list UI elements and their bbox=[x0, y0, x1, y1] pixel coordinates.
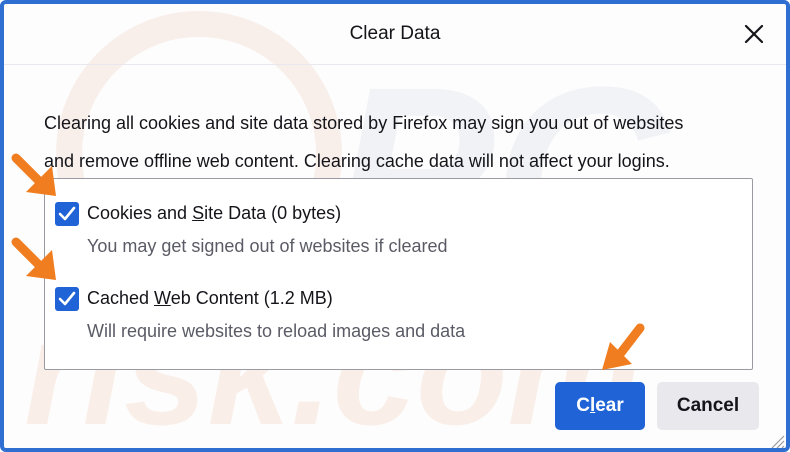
options-box: Cookies and Site Data (0 bytes) You may … bbox=[44, 178, 753, 370]
checkmark-icon bbox=[58, 291, 76, 306]
cookies-description: You may get signed out of websites if cl… bbox=[87, 236, 448, 256]
cache-label[interactable]: Cached Web Content (1.2 MB) bbox=[87, 288, 333, 309]
cache-description: Will require websites to reload images a… bbox=[87, 321, 466, 341]
close-button[interactable] bbox=[736, 16, 772, 52]
dialog-description: Clearing all cookies and site data store… bbox=[44, 104, 744, 180]
title-bar: Clear Data bbox=[4, 4, 786, 64]
cache-checkbox[interactable] bbox=[55, 287, 79, 311]
clear-data-dialog: PC risk.com Clear Data Clearing all cook… bbox=[0, 0, 790, 452]
cancel-button[interactable]: Cancel bbox=[657, 382, 759, 430]
cookies-label[interactable]: Cookies and Site Data (0 bytes) bbox=[87, 203, 341, 224]
clear-button[interactable]: Clear bbox=[555, 382, 645, 430]
title-divider bbox=[4, 64, 786, 65]
resize-grip-icon[interactable] bbox=[768, 432, 786, 450]
checkmark-icon bbox=[58, 206, 76, 221]
description-line-2: and remove offline web content. Clearing… bbox=[44, 151, 670, 171]
cookies-access-key: S bbox=[192, 203, 205, 223]
cookies-checkbox[interactable] bbox=[55, 202, 79, 226]
description-line-1: Clearing all cookies and site data store… bbox=[44, 113, 684, 133]
cache-access-key: W bbox=[154, 288, 171, 308]
dialog-title: Clear Data bbox=[349, 23, 441, 44]
close-icon bbox=[744, 24, 764, 44]
